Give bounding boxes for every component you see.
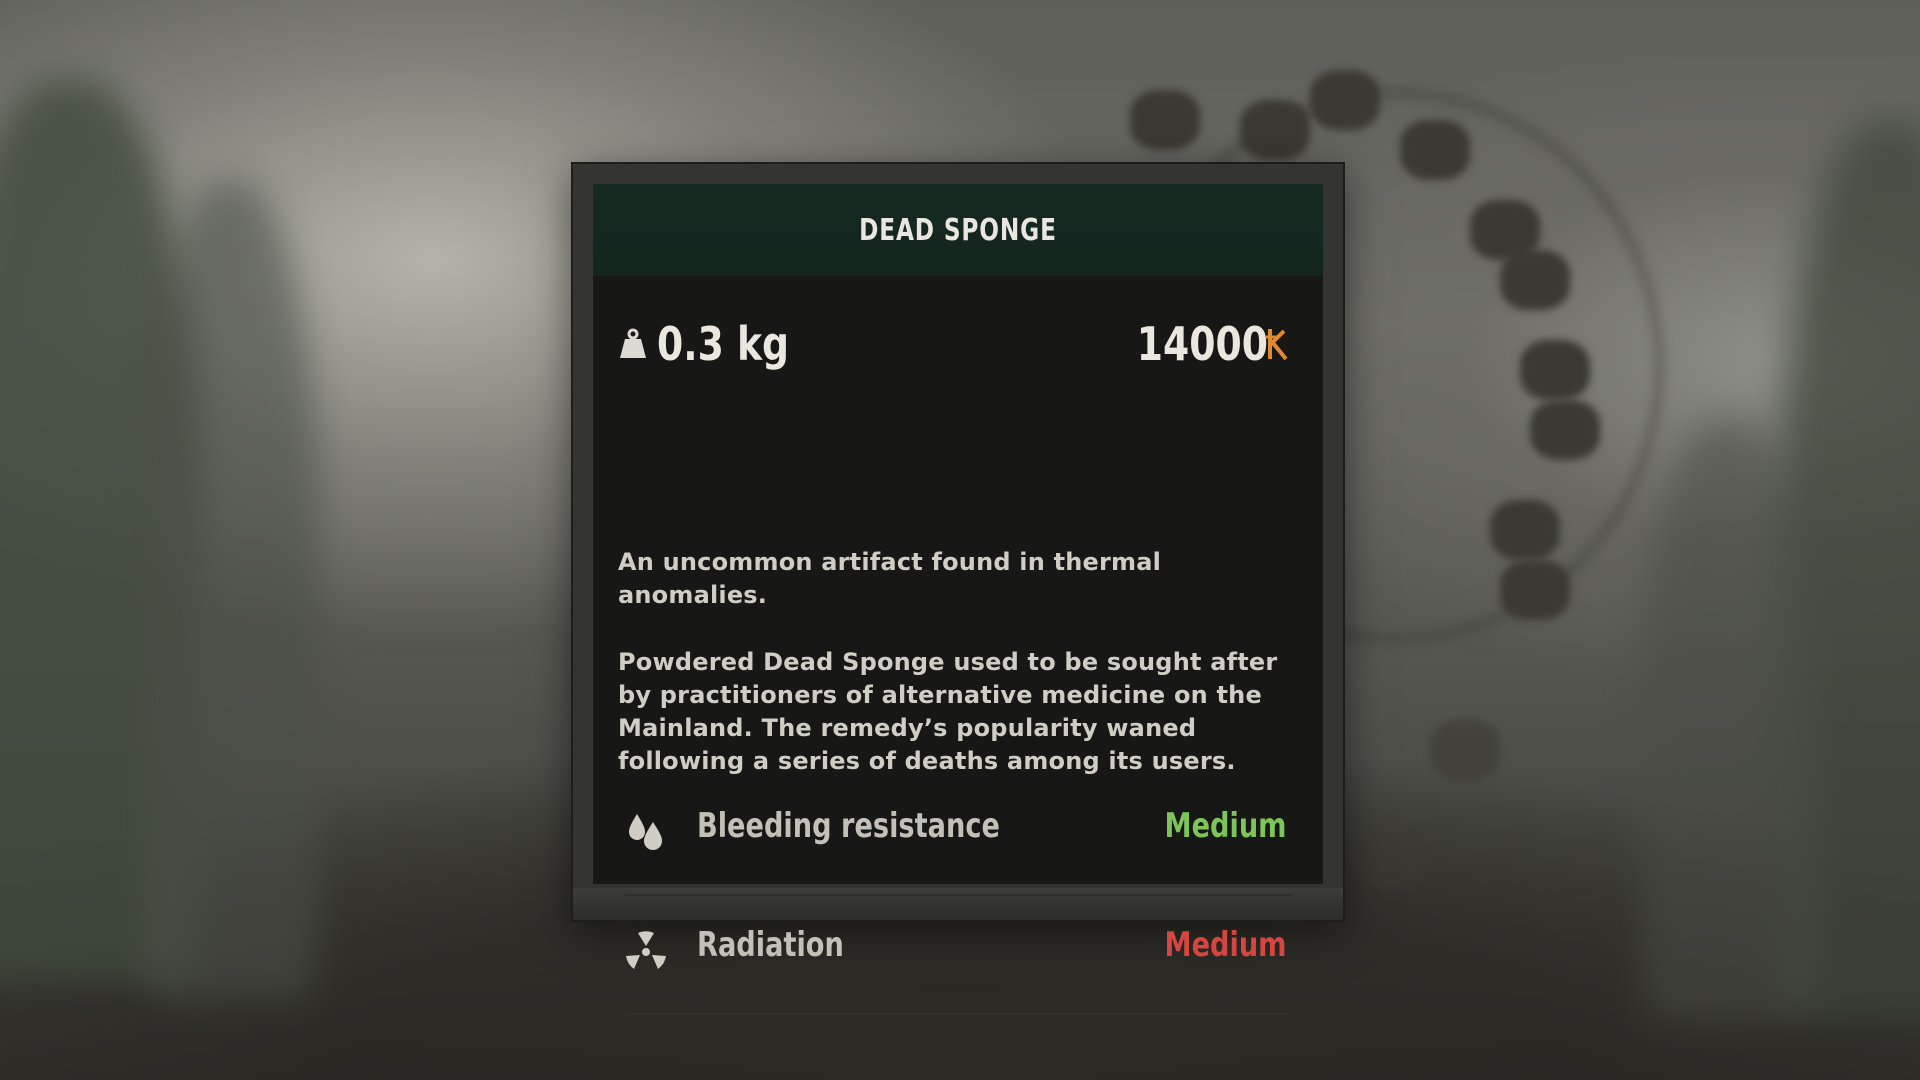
item-weight: 0.3 kg	[619, 317, 818, 371]
ferris-wheel-cabin	[1500, 250, 1570, 310]
stat-row-radiation: Radiation Medium	[625, 895, 1291, 1015]
ferris-wheel-cabin	[1530, 400, 1600, 460]
price-value: 14000	[1136, 317, 1268, 371]
background-tree	[1640, 420, 1820, 1020]
ferris-wheel-cabin	[1240, 100, 1310, 160]
stat-row-bleeding-resistance: Bleeding resistance Medium	[625, 776, 1291, 896]
stat-value: Medium	[1164, 925, 1287, 965]
ferris-wheel-cabin	[1400, 120, 1470, 180]
game-scene: DEAD SPONGE 0.3 kg 14000 An uncommon art…	[0, 0, 1920, 1080]
tooltip-header: DEAD SPONGE	[593, 184, 1323, 276]
ferris-wheel-cabin	[1430, 720, 1500, 780]
item-title: DEAD SPONGE	[859, 212, 1057, 248]
weight-icon	[620, 328, 646, 358]
blood-drops-icon	[629, 814, 662, 850]
stat-value: Medium	[1164, 806, 1287, 846]
ferris-wheel-cabin	[1130, 90, 1200, 150]
radiation-icon	[626, 931, 666, 969]
background-tree	[140, 180, 320, 1000]
ferris-wheel-cabin	[1310, 70, 1380, 130]
ferris-wheel-cabin	[1490, 500, 1560, 560]
ferris-wheel-cabin	[1360, 830, 1430, 890]
item-price: 14000	[1108, 317, 1290, 371]
ferris-wheel-cabin	[1520, 340, 1590, 400]
stat-label: Bleeding resistance	[697, 806, 1000, 846]
weight-value: 0.3 kg	[657, 317, 790, 371]
ferris-wheel-cabin	[1500, 560, 1570, 620]
stat-label: Radiation	[697, 925, 844, 965]
item-description-lore: Powdered Dead Sponge used to be sought a…	[618, 648, 1278, 775]
item-description-summary: An uncommon artifact found in thermal an…	[618, 548, 1162, 609]
item-tooltip: DEAD SPONGE 0.3 kg 14000 An uncommon art…	[573, 164, 1343, 1015]
